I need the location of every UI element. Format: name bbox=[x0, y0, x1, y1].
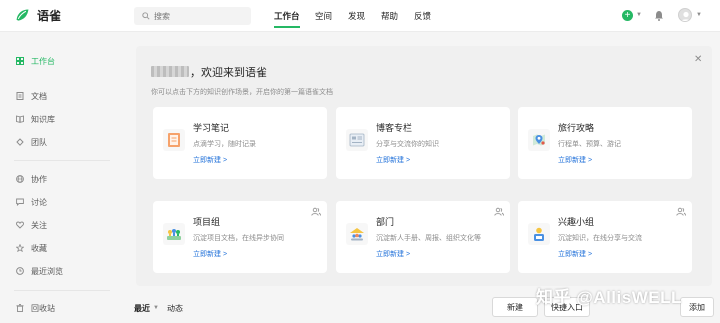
create-now-link[interactable]: 立即新建 > bbox=[558, 155, 592, 165]
sidebar-item-trash[interactable]: 回收站 bbox=[16, 302, 55, 314]
dashboard-icon bbox=[16, 57, 24, 65]
close-icon[interactable]: ✕ bbox=[694, 54, 702, 65]
sidebar-divider bbox=[14, 160, 110, 161]
sidebar-item-label: 收藏 bbox=[31, 243, 47, 253]
chat-icon bbox=[16, 198, 24, 206]
user-icon bbox=[681, 11, 691, 21]
create-now-link[interactable]: 立即新建 > bbox=[558, 249, 592, 259]
sidebar-item-label: 回收站 bbox=[31, 303, 55, 313]
team-icon bbox=[16, 138, 24, 146]
star-icon bbox=[16, 244, 24, 252]
team-members-icon bbox=[676, 207, 686, 216]
team-members-icon bbox=[311, 207, 321, 216]
tab-activity[interactable]: 动态 bbox=[167, 303, 183, 314]
card-title: 部门 bbox=[376, 217, 395, 227]
yuque-logo-icon bbox=[16, 9, 29, 21]
chevron-down-icon[interactable]: ▼ bbox=[636, 12, 642, 18]
project-icon bbox=[163, 223, 185, 245]
sidebar-item-recent[interactable]: 最近浏览 bbox=[16, 265, 63, 277]
avatar[interactable] bbox=[678, 8, 692, 22]
create-now-link[interactable]: 立即新建 > bbox=[376, 249, 410, 259]
logo[interactable]: 语雀 bbox=[14, 7, 61, 24]
card-interest-group[interactable]: 兴趣小组 沉淀知识，在线分享与交流 立即新建 > bbox=[518, 201, 692, 273]
document-icon bbox=[16, 92, 24, 100]
top-bar: 语雀 工作台 空间 发现 帮助 反馈 + ▼ ▼ bbox=[0, 0, 720, 32]
interest-group-icon bbox=[528, 223, 550, 245]
sidebar-item-collaborate[interactable]: 协作 bbox=[16, 173, 47, 185]
search-input[interactable] bbox=[154, 11, 244, 21]
card-title: 旅行攻略 bbox=[558, 123, 595, 133]
sidebar-item-label: 最近浏览 bbox=[31, 266, 63, 276]
add-button-label: 添加 bbox=[689, 302, 705, 312]
card-title: 项目组 bbox=[193, 217, 221, 227]
chevron-down-icon[interactable]: ▼ bbox=[153, 305, 159, 311]
globe-icon bbox=[16, 175, 24, 183]
map-pin-icon bbox=[528, 129, 550, 151]
sidebar-item-workbench[interactable]: 工作台 bbox=[16, 55, 55, 67]
sidebar-item-label: 协作 bbox=[31, 174, 47, 184]
team-members-icon bbox=[494, 207, 504, 216]
nav-workbench[interactable]: 工作台 bbox=[274, 10, 300, 28]
sidebar-item-label: 工作台 bbox=[31, 56, 55, 66]
card-title: 博客专栏 bbox=[376, 123, 413, 133]
sidebar-item-label: 文档 bbox=[31, 91, 47, 101]
new-button[interactable]: 新建 bbox=[492, 297, 538, 317]
clock-icon bbox=[16, 267, 24, 275]
welcome-subtitle: 你可以点击下方的知识创作场景，开启你的第一篇语雀文档 bbox=[151, 89, 333, 96]
card-project-group[interactable]: 项目组 沉淀项目文档，在线异步协同 立即新建 > bbox=[153, 201, 327, 273]
nav-discover[interactable]: 发现 bbox=[348, 10, 365, 22]
card-study-notes[interactable]: 学习笔记 点滴学习，随时记录 立即新建 > bbox=[153, 107, 327, 179]
book-icon bbox=[16, 115, 24, 123]
card-blog-column[interactable]: 博客专栏 分享与交流你的知识 立即新建 > bbox=[336, 107, 510, 179]
search-icon bbox=[142, 12, 150, 20]
blurred-username bbox=[151, 66, 189, 77]
bell-icon[interactable] bbox=[654, 10, 664, 21]
sidebar-item-team[interactable]: 团队 bbox=[16, 136, 47, 148]
new-button-label: 新建 bbox=[507, 302, 523, 312]
card-description: 分享与交流你的知识 bbox=[376, 141, 439, 148]
nav-help[interactable]: 帮助 bbox=[381, 10, 398, 22]
card-title: 学习笔记 bbox=[193, 123, 230, 133]
sidebar-item-discussion[interactable]: 讨论 bbox=[16, 196, 47, 208]
heart-icon bbox=[16, 221, 24, 229]
app-name: 语雀 bbox=[37, 9, 62, 23]
sidebar-item-label: 讨论 bbox=[31, 197, 47, 207]
blog-icon bbox=[346, 129, 368, 151]
card-title: 兴趣小组 bbox=[558, 217, 595, 227]
nav-space[interactable]: 空间 bbox=[315, 10, 332, 22]
card-travel-guide[interactable]: 旅行攻略 行程单、预算、游记 立即新建 > bbox=[518, 107, 692, 179]
search-box[interactable] bbox=[134, 7, 251, 25]
create-now-link[interactable]: 立即新建 > bbox=[193, 155, 227, 165]
card-description: 沉淀项目文档，在线异步协同 bbox=[193, 235, 284, 242]
card-description: 沉淀新人手册、周报、组织文化等 bbox=[376, 235, 481, 242]
card-description: 点滴学习，随时记录 bbox=[193, 141, 256, 148]
watermark: 知乎 @AllisWELL bbox=[536, 288, 682, 307]
department-icon bbox=[346, 223, 368, 245]
sidebar-item-label: 知识库 bbox=[31, 114, 55, 124]
sidebar-item-knowledge-base[interactable]: 知识库 bbox=[16, 113, 55, 125]
avatar-chevron-icon[interactable]: ▼ bbox=[696, 12, 702, 18]
card-department[interactable]: 部门 沉淀新人手册、周报、组织文化等 立即新建 > bbox=[336, 201, 510, 273]
create-now-link[interactable]: 立即新建 > bbox=[376, 155, 410, 165]
tab-recent[interactable]: 最近 bbox=[134, 303, 150, 314]
nav-feedback[interactable]: 反馈 bbox=[414, 10, 431, 22]
card-description: 行程单、预算、游记 bbox=[558, 141, 621, 148]
create-now-link[interactable]: 立即新建 > bbox=[193, 249, 227, 259]
notebook-icon bbox=[163, 129, 185, 151]
sidebar-item-follow[interactable]: 关注 bbox=[16, 219, 47, 231]
sidebar-item-label: 关注 bbox=[31, 220, 47, 230]
sidebar-item-label: 团队 bbox=[31, 137, 47, 147]
add-button[interactable]: 添加 bbox=[680, 297, 714, 317]
sidebar-item-docs[interactable]: 文档 bbox=[16, 90, 47, 102]
card-description: 沉淀知识，在线分享与交流 bbox=[558, 235, 642, 242]
sidebar-item-favorites[interactable]: 收藏 bbox=[16, 242, 47, 254]
welcome-title: ，欢迎来到语雀 bbox=[190, 67, 267, 79]
trash-icon bbox=[16, 304, 24, 312]
plus-icon: + bbox=[624, 10, 631, 21]
add-button[interactable]: + bbox=[622, 10, 633, 21]
sidebar-divider bbox=[14, 290, 110, 291]
